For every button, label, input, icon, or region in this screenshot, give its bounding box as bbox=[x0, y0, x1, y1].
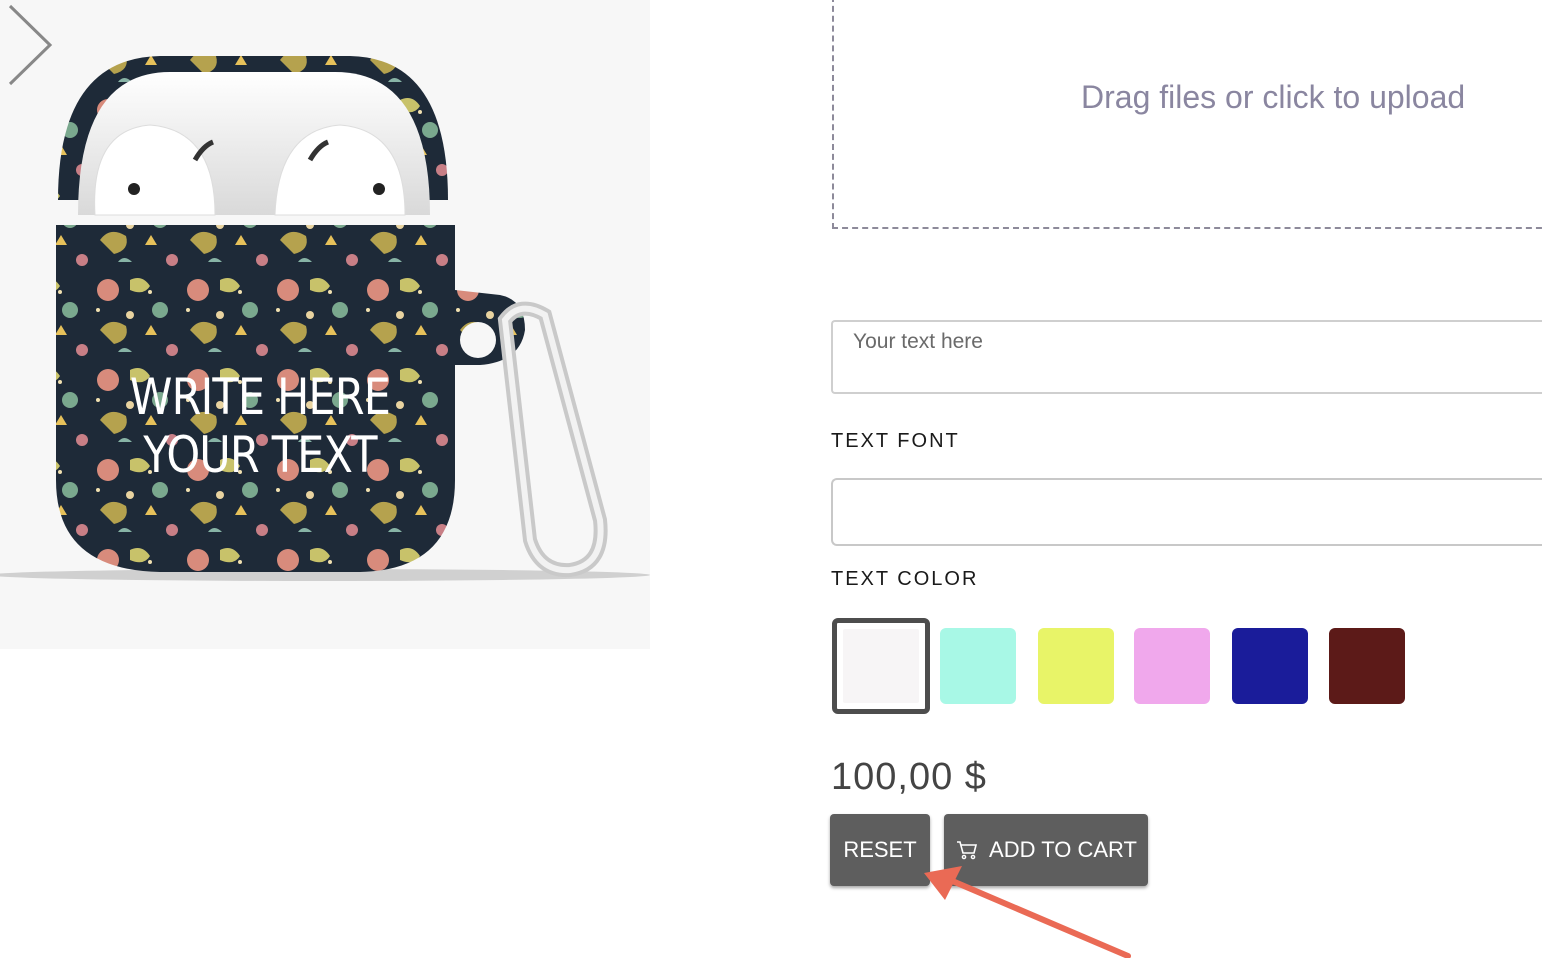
reset-button-label: RESET bbox=[843, 837, 917, 862]
text-font-label: TEXT FONT bbox=[831, 430, 960, 452]
product-price: 100,00 $ bbox=[831, 756, 987, 798]
color-swatch-navy[interactable] bbox=[1232, 628, 1308, 704]
reset-button[interactable]: RESET bbox=[830, 814, 930, 886]
add-to-cart-label: ADD TO CART bbox=[989, 837, 1137, 862]
color-swatch-white[interactable] bbox=[832, 618, 930, 714]
add-to-cart-button[interactable]: ADD TO CART bbox=[944, 814, 1148, 886]
upload-prompt: Drag files or click to upload bbox=[1081, 79, 1466, 115]
case-text-line-2: YOUR TEXT bbox=[143, 426, 377, 484]
airpods-case-image bbox=[0, 56, 650, 581]
color-swatch-pink[interactable] bbox=[1134, 628, 1210, 704]
color-swatch-maroon[interactable] bbox=[1329, 628, 1405, 704]
text-color-label: TEXT COLOR bbox=[831, 568, 979, 590]
cart-icon bbox=[957, 841, 978, 860]
color-swatch-yellow[interactable] bbox=[1038, 628, 1114, 704]
chevron-right-icon[interactable] bbox=[0, 0, 60, 90]
text-font-select[interactable] bbox=[831, 478, 1542, 546]
custom-text-input[interactable] bbox=[831, 320, 1542, 394]
color-swatch-mint[interactable] bbox=[940, 628, 1016, 704]
product-gallery: WRITE HERE YOUR TEXT bbox=[0, 0, 650, 649]
case-text-line-1: WRITE HERE bbox=[129, 368, 391, 426]
